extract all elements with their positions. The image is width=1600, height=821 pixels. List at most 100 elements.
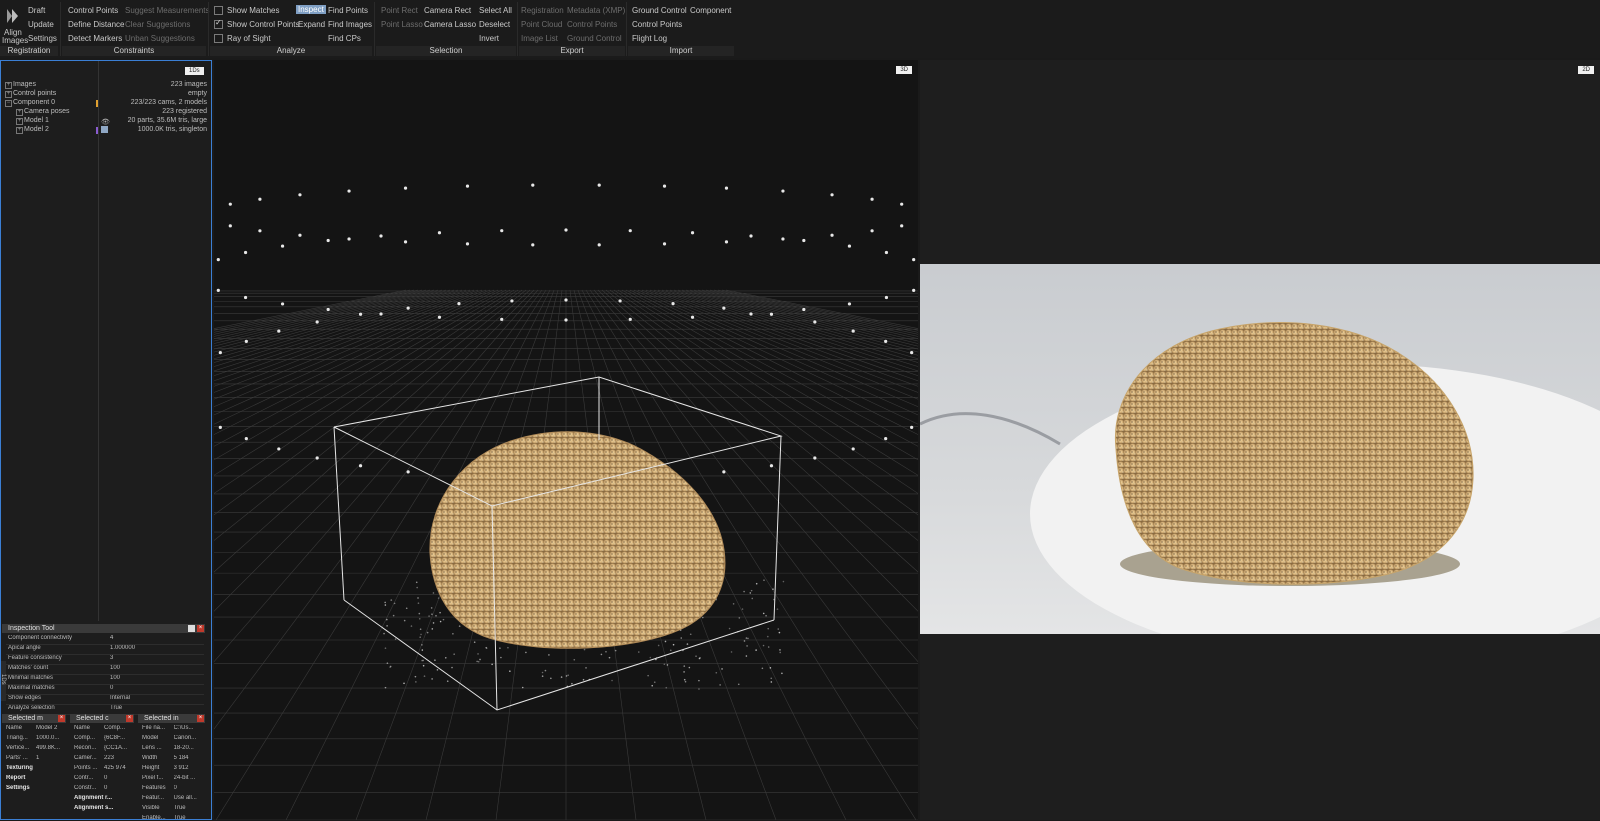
selected-row-value[interactable]: 499.8K... (36, 745, 64, 751)
selected-row-value[interactable]: 0 (174, 785, 204, 791)
tree-item-images[interactable]: Images (13, 81, 36, 88)
show-control-points-label[interactable]: Show Control Points (227, 20, 299, 29)
export-control-points-button[interactable]: Control Points (567, 20, 617, 29)
expand-camera-poses-icon[interactable]: + (16, 109, 23, 116)
ray-of-sight-label[interactable]: Ray of Sight (227, 34, 271, 43)
tree-item-model-2[interactable]: Model 2 (24, 126, 49, 133)
selected-row-value[interactable]: Use all... (174, 795, 204, 801)
section-header[interactable]: Settings (6, 785, 64, 791)
import-component-button[interactable]: Component (690, 6, 731, 15)
inspection-row-value[interactable]: Internal (110, 695, 200, 701)
import-control-points-button[interactable]: Control Points (632, 20, 682, 29)
selected-row-value[interactable]: Model 2 (36, 725, 64, 731)
show-control-points-checkbox[interactable] (214, 18, 223, 29)
selected-row-value[interactable]: 24-bit ... (174, 775, 204, 781)
deselect-button[interactable]: Deselect (479, 20, 510, 29)
inspection-row-value[interactable]: 100 (110, 665, 200, 671)
inspection-row-value[interactable]: 100 (110, 675, 200, 681)
close-icon[interactable]: × (58, 715, 65, 722)
point-rect-button[interactable]: Point Rect (381, 6, 418, 15)
camera-lasso-button[interactable]: Camera Lasso (424, 20, 476, 29)
viewport-tag-3d[interactable]: 3D (896, 66, 912, 74)
selected-row-value[interactable]: {CC1A... (104, 745, 132, 751)
export-ground-control-button[interactable]: Ground Control (567, 34, 622, 43)
expand-control-points-icon[interactable]: + (5, 91, 12, 98)
clear-suggestions-button[interactable]: Clear Suggestions (125, 20, 190, 29)
update-button[interactable]: Update (28, 20, 54, 29)
export-image-list-button[interactable]: Image List (521, 34, 558, 43)
section-header[interactable]: Texturing (6, 765, 64, 771)
tree-item-component-0[interactable]: Component 0 (13, 99, 55, 106)
select-all-button[interactable]: Select All (479, 6, 512, 15)
selected-row-value[interactable]: 3 912 (174, 765, 204, 771)
inspection-row-value[interactable]: True (110, 705, 200, 711)
expand-images-icon[interactable]: + (5, 82, 12, 89)
collapse-component-icon[interactable]: − (5, 100, 12, 107)
control-points-button[interactable]: Control Points (68, 6, 118, 15)
export-registration-button[interactable]: Registration (521, 6, 564, 15)
draft-button[interactable]: Draft (28, 6, 45, 15)
show-matches-label[interactable]: Show Matches (227, 6, 279, 15)
close-icon[interactable]: × (197, 715, 204, 722)
selected-row-value[interactable]: 223 (104, 755, 132, 761)
visibility-eye-icon[interactable]: 👁 (101, 118, 110, 126)
section-header[interactable]: Alignment s... (74, 805, 132, 811)
align-images-label-2[interactable]: Images (2, 36, 28, 45)
pin-icon[interactable] (188, 625, 195, 632)
tree-item-control-points[interactable]: Control points (13, 90, 56, 97)
import-ground-control-button[interactable]: Ground Control (632, 6, 687, 15)
selected-row-value[interactable]: 1 (36, 755, 64, 761)
expand-model-2-icon[interactable]: + (16, 127, 23, 134)
close-icon[interactable]: × (126, 715, 133, 722)
point-lasso-button[interactable]: Point Lasso (381, 20, 423, 29)
selected-row-value[interactable]: 0 (104, 785, 132, 791)
expand-button[interactable]: Expand (298, 20, 325, 29)
suggest-measurements-button[interactable]: Suggest Measurements (125, 6, 210, 15)
export-metadata-button[interactable]: Metadata (XMP) (567, 6, 625, 15)
side-tab-1ds[interactable]: 1Ds (0, 674, 6, 685)
import-flight-log-button[interactable]: Flight Log (632, 34, 667, 43)
tree-item-model-1[interactable]: Model 1 (24, 117, 49, 124)
define-distance-button[interactable]: Define Distance (68, 20, 124, 29)
viewport-2d[interactable]: 2D (920, 60, 1600, 820)
selected-row-value[interactable]: Comp... (104, 725, 132, 731)
scene-3d-canvas[interactable] (214, 60, 918, 820)
selected-row-value[interactable]: C:\Us... (174, 725, 204, 731)
inspect-button[interactable]: Inspect (296, 5, 326, 14)
selected-row-value[interactable]: 5 184 (174, 755, 204, 761)
invert-button[interactable]: Invert (479, 34, 499, 43)
expand-model-1-icon[interactable]: + (16, 118, 23, 125)
inspection-row-value[interactable]: 3 (110, 655, 200, 661)
section-header[interactable]: Alignment r... (74, 795, 132, 801)
selected-model-icon[interactable] (101, 126, 108, 133)
source-photo[interactable] (920, 264, 1600, 634)
find-images-button[interactable]: Find Images (328, 20, 372, 29)
viewport-tag-2d[interactable]: 2D (1578, 66, 1594, 74)
viewport-3d[interactable]: 3D (214, 60, 918, 820)
find-cps-button[interactable]: Find CPs (328, 34, 361, 43)
panel-splitter[interactable] (98, 61, 99, 621)
inspection-row-value[interactable]: 1.000000 (110, 645, 200, 651)
unban-suggestions-button[interactable]: Unban Suggestions (125, 34, 195, 43)
camera-rect-button[interactable]: Camera Rect (424, 6, 471, 15)
selected-row-value[interactable]: True (174, 805, 204, 811)
selected-row-value[interactable]: 0 (104, 775, 132, 781)
section-header[interactable]: Report (6, 775, 64, 781)
inspection-row-value[interactable]: 0 (110, 685, 200, 691)
export-point-cloud-button[interactable]: Point Cloud (521, 20, 562, 29)
selected-row-value[interactable]: 425 974 (104, 765, 132, 771)
tree-item-camera-poses[interactable]: Camera poses (24, 108, 70, 115)
panel-tag-1ds[interactable]: 1Ds (185, 67, 204, 75)
close-icon[interactable]: × (197, 625, 204, 632)
selected-row-value[interactable]: {6C8F... (104, 735, 132, 741)
inspection-row-value[interactable]: 4 (110, 635, 200, 641)
show-matches-checkbox[interactable] (214, 6, 223, 15)
ray-of-sight-checkbox[interactable] (214, 34, 223, 43)
selected-row-value[interactable]: 1000.0... (36, 735, 64, 741)
detect-markers-button[interactable]: Detect Markers (68, 34, 122, 43)
selected-row-value[interactable]: True (174, 815, 204, 821)
find-points-button[interactable]: Find Points (328, 6, 368, 15)
selected-row-value[interactable]: Canon... (174, 735, 204, 741)
selected-row-value[interactable]: 18-20... (174, 745, 204, 751)
align-images-icon[interactable] (6, 8, 20, 24)
